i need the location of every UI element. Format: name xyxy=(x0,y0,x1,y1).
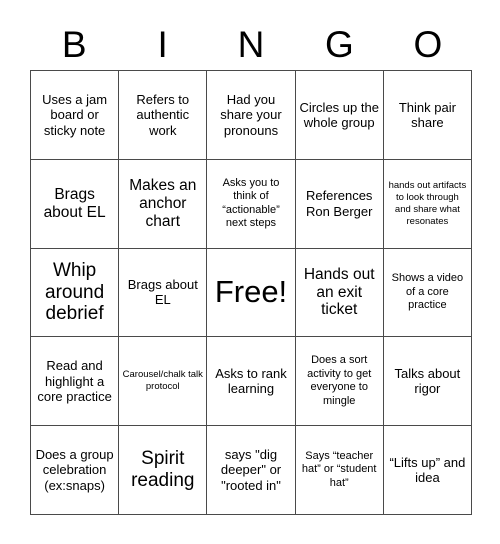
bingo-cell-label: Does a group celebration (ex:snaps) xyxy=(35,447,114,493)
bingo-cell[interactable]: Asks you to think of “actionable” next s… xyxy=(207,159,296,249)
bingo-cell-label: Makes an anchor chart xyxy=(129,176,197,230)
bingo-cell[interactable]: Carousel/chalk talk protocol xyxy=(119,337,208,427)
bingo-cell[interactable]: Brags about EL xyxy=(31,159,120,249)
bingo-cell-label: Think pair share xyxy=(398,99,456,130)
bingo-cell[interactable]: hands out artifacts to look through and … xyxy=(383,159,472,249)
bingo-cell[interactable]: “Lifts up” and idea xyxy=(383,426,472,515)
bingo-cell[interactable]: Talks about rigor xyxy=(383,337,472,427)
bingo-cell-label: References Ron Berger xyxy=(305,188,373,219)
header-letter-o: O xyxy=(413,23,443,65)
bingo-cell[interactable]: Refers to authentic work xyxy=(119,71,208,160)
bingo-cell-label: Brags about EL xyxy=(127,277,198,308)
bingo-cell[interactable]: Does a sort activity to get everyone to … xyxy=(295,337,384,427)
bingo-cell[interactable]: Does a group celebration (ex:snaps) xyxy=(31,426,120,515)
bingo-card: B I N G O Uses a jam board or sticky not… xyxy=(0,0,500,544)
bingo-cell-label: Refers to authentic work xyxy=(136,91,190,138)
bingo-cell-label: Had you share your pronouns xyxy=(220,91,282,138)
bingo-cell-label: says "dig deeper" or "rooted in" xyxy=(220,447,282,493)
bingo-cell-label: Asks you to think of “actionable” next s… xyxy=(222,176,280,230)
bingo-cell-label: Circles up the whole group xyxy=(299,99,379,130)
bingo-cell-label: Does a sort activity to get everyone to … xyxy=(307,354,372,407)
bingo-cell-label: Asks to rank learning xyxy=(215,365,287,397)
bingo-cell[interactable]: Think pair share xyxy=(383,71,472,160)
bingo-cell-label: Carousel/chalk talk protocol xyxy=(122,369,203,393)
header-letter-n: N xyxy=(237,23,265,65)
bingo-cell-label: Read and highlight a core practice xyxy=(37,358,112,404)
bingo-cell[interactable]: Hands out an exit ticket xyxy=(295,248,384,338)
bingo-cell-label: Hands out an exit ticket xyxy=(303,265,375,319)
bingo-cell-label: Spirit reading xyxy=(131,448,195,492)
bingo-cell[interactable]: Shows a video of a core practice xyxy=(383,248,472,338)
bingo-cell[interactable]: Asks to rank learning xyxy=(207,337,296,427)
bingo-cell-label: Brags about EL xyxy=(43,185,106,221)
bingo-cell[interactable]: Says “teacher hat” or “student hat” xyxy=(295,426,384,515)
bingo-cell[interactable]: Whip around debrief xyxy=(31,248,120,338)
header-letter-b: B xyxy=(61,23,87,65)
bingo-free-label: Free! xyxy=(214,274,288,310)
bingo-cell[interactable]: Uses a jam board or sticky note xyxy=(31,71,120,160)
bingo-cell[interactable]: Circles up the whole group xyxy=(295,71,384,160)
bingo-cell-label: Talks about rigor xyxy=(394,365,461,397)
bingo-cell[interactable]: Makes an anchor chart xyxy=(119,159,208,249)
bingo-grid: Uses a jam board or sticky note Refers t… xyxy=(30,70,472,515)
header-letter-i: I xyxy=(157,23,168,65)
bingo-cell-label: Uses a jam board or sticky note xyxy=(42,91,108,138)
bingo-cell[interactable]: Spirit reading xyxy=(119,426,208,515)
bingo-cell[interactable]: Had you share your pronouns xyxy=(207,71,296,160)
bingo-header-letters: B I N G O xyxy=(30,18,472,70)
bingo-cell-label: Shows a video of a core practice xyxy=(391,272,464,312)
bingo-cell[interactable]: References Ron Berger xyxy=(295,159,384,249)
bingo-cell[interactable]: Read and highlight a core practice xyxy=(31,337,120,427)
bingo-cell-label: Whip around debrief xyxy=(45,260,105,325)
bingo-cell-label: hands out artifacts to look through and … xyxy=(388,179,467,227)
header-letter-g: G xyxy=(325,23,354,65)
bingo-cell-label: “Lifts up” and idea xyxy=(389,454,466,486)
bingo-cell-label: Says “teacher hat” or “student hat” xyxy=(301,449,377,489)
bingo-cell[interactable]: says "dig deeper" or "rooted in" xyxy=(207,426,296,515)
bingo-cell-free[interactable]: Free! xyxy=(207,248,296,338)
bingo-cell[interactable]: Brags about EL xyxy=(119,248,208,338)
